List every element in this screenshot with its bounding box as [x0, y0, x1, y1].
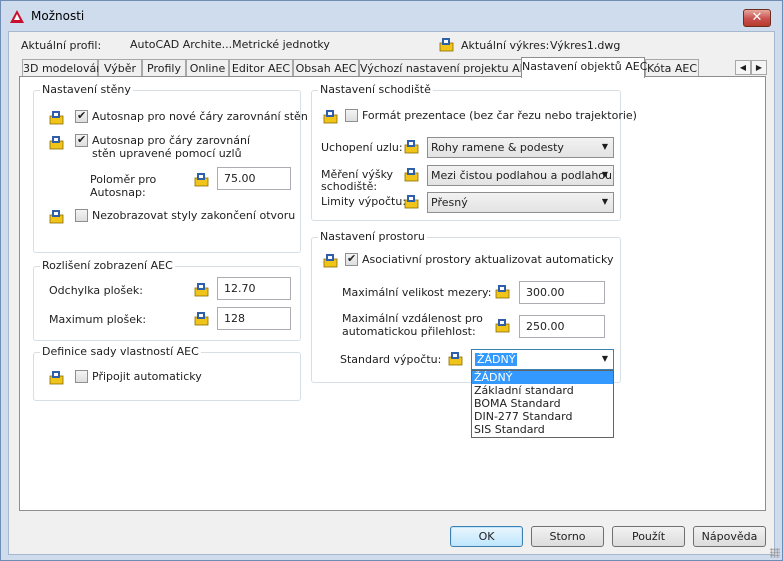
autosnap-nodes-checkbox[interactable]: ✔ [75, 133, 88, 147]
autosnap-new-label: Autosnap pro nové čáry zarovnání stěn [92, 110, 308, 123]
associative-spaces-checkbox[interactable]: ✔ [345, 252, 358, 266]
resize-grip-icon[interactable] [770, 548, 780, 558]
title-bar[interactable]: Možnosti ✕ [1, 1, 782, 31]
display-resolution-title: Rozlišení zobrazení AEC [40, 259, 175, 272]
drawing-default-icon [49, 111, 64, 125]
drawing-default-icon [495, 319, 510, 333]
max-gap-label: Maximální velikost mezery: [342, 286, 492, 299]
drawing-default-icon [194, 312, 209, 326]
tab-selection[interactable]: Výběr [98, 59, 142, 77]
autosnap-radius-label: Poloměr pro Autosnap: [90, 173, 157, 199]
chevron-down-icon: ▼ [601, 170, 608, 179]
chevron-down-icon: ▼ [601, 142, 608, 151]
node-snap-select[interactable]: Rohy ramene & podesty ▼ [427, 137, 614, 158]
drawing-default-icon [49, 210, 64, 224]
cancel-button[interactable]: Storno [531, 526, 604, 547]
calc-standard-select[interactable]: ŽÁDNÝ ▼ [471, 349, 614, 370]
attach-automatically-checkbox[interactable] [75, 370, 88, 383]
calc-standard-value: ŽÁDNÝ [475, 353, 518, 366]
hide-opening-endcap-checkbox[interactable] [75, 209, 88, 222]
drawing-default-icon [448, 352, 463, 366]
calc-limits-select[interactable]: Přesný ▼ [427, 192, 614, 213]
facet-deviation-input[interactable]: 12.70 [217, 277, 291, 300]
chevron-down-icon: ▼ [601, 354, 608, 363]
help-button[interactable]: Nápověda [693, 526, 766, 547]
presentation-format-label: Formát prezentace (bez čar řezu nebo tra… [362, 109, 637, 122]
calc-standard-option[interactable]: Základní standard [472, 384, 613, 397]
options-dialog: Možnosti ✕ Aktuální profil: AutoCAD Arch… [0, 0, 783, 561]
stair-height-select[interactable]: Mezi čistou podlahou a podlahou ▼ [427, 165, 614, 186]
drawing-default-icon [404, 195, 419, 209]
ok-button[interactable]: OK [450, 526, 523, 547]
autosnap-radius-input[interactable]: 75.00 [217, 167, 291, 190]
chevron-down-icon: ▼ [601, 197, 608, 206]
facet-maximum-input[interactable]: 128 [217, 307, 291, 330]
profile-value: AutoCAD Archite...Metrické jednotky [130, 38, 330, 51]
tab-aec-editor[interactable]: Editor AEC [229, 59, 293, 77]
drawing-default-icon [194, 283, 209, 297]
space-settings-title: Nastavení prostoru [318, 230, 427, 243]
close-button[interactable]: ✕ [743, 9, 771, 27]
drawing-default-icon [404, 140, 419, 154]
hide-opening-endcap-label: Nezobrazovat styly zakončení otvoru [92, 209, 296, 222]
node-snap-label: Uchopení uzlu: [321, 141, 403, 154]
calc-standard-label: Standard výpočtu: [340, 353, 442, 366]
tab-scroll-right-button[interactable]: ▶ [751, 60, 767, 75]
tab-online[interactable]: Online [186, 59, 229, 77]
tab-aec-dimension[interactable]: Kóta AEC [645, 59, 699, 77]
drawing-label: Aktuální výkres: [461, 39, 550, 52]
tab-aec-object-settings[interactable]: Nastavení objektů AEC [521, 57, 647, 78]
max-adjacency-label: Maximální vzdálenost pro automatickou př… [342, 312, 483, 338]
wall-settings-title: Nastavení stěny [40, 83, 133, 96]
check-mark-icon: ✔ [77, 109, 87, 122]
check-mark-icon: ✔ [77, 133, 87, 146]
associative-spaces-label: Asociativní prostory aktualizovat automa… [362, 253, 614, 266]
calc-limits-label: Limity výpočtu: [321, 195, 407, 208]
calc-standard-option[interactable]: SIS Standard [472, 423, 613, 436]
apply-button[interactable]: Použít [612, 526, 685, 547]
stair-height-value: Mezi čistou podlahou a podlahou [431, 169, 612, 182]
calc-standard-option[interactable]: ŽÁDNÝ [472, 371, 613, 384]
drawing-default-icon [495, 285, 510, 299]
node-snap-value: Rohy ramene & podesty [431, 141, 564, 154]
property-set-title: Definice sady vlastností AEC [40, 345, 201, 358]
calc-standard-option[interactable]: DIN-277 Standard [472, 410, 613, 423]
drawing-default-icon [49, 136, 64, 150]
drawing-default-icon [404, 168, 419, 182]
autosnap-new-checkbox[interactable]: ✔ [75, 109, 88, 123]
stair-settings-title: Nastavení schodiště [318, 83, 433, 96]
autosnap-nodes-label: Autosnap pro čáry zarovnání stěn upraven… [92, 134, 251, 160]
tab-panel: Nastavení stěny ✔ Autosnap pro nové čáry… [19, 76, 766, 511]
facet-maximum-label: Maximum plošek: [49, 313, 147, 326]
drawing-default-icon [49, 371, 64, 385]
profile-label: Aktuální profil: [21, 39, 102, 52]
window-title: Možnosti [31, 9, 85, 23]
autocad-logo-icon [10, 10, 24, 23]
tab-3d-modeling[interactable]: 3D modelování [22, 59, 106, 77]
max-gap-input[interactable]: 300.00 [519, 281, 605, 304]
check-mark-icon: ✔ [347, 252, 357, 265]
stair-height-label: Měření výšky schodiště: [321, 168, 394, 193]
presentation-format-checkbox[interactable] [345, 109, 358, 122]
attach-automatically-label: Připojit automaticky [92, 370, 202, 383]
max-adjacency-input[interactable]: 250.00 [519, 315, 605, 338]
calc-standard-option[interactable]: BOMA Standard [472, 397, 613, 410]
calc-limits-value: Přesný [431, 196, 468, 209]
drawing-default-icon [194, 173, 209, 187]
calc-standard-dropdown: ŽÁDNÝ Základní standard BOMA Standard DI… [471, 370, 614, 438]
drawing-default-icon [323, 110, 338, 124]
drawing-icon [439, 38, 454, 52]
tab-scroll-left-button[interactable]: ◀ [735, 60, 751, 75]
drawing-default-icon [323, 254, 338, 268]
tab-aec-project-defaults[interactable]: Výchozí nastavení projektu AEC [359, 59, 534, 77]
tab-aec-content[interactable]: Obsah AEC [293, 59, 359, 77]
facet-deviation-label: Odchylka plošek: [49, 284, 143, 297]
drawing-value: Výkres1.dwg [550, 39, 621, 52]
tab-profiles[interactable]: Profily [142, 59, 186, 77]
